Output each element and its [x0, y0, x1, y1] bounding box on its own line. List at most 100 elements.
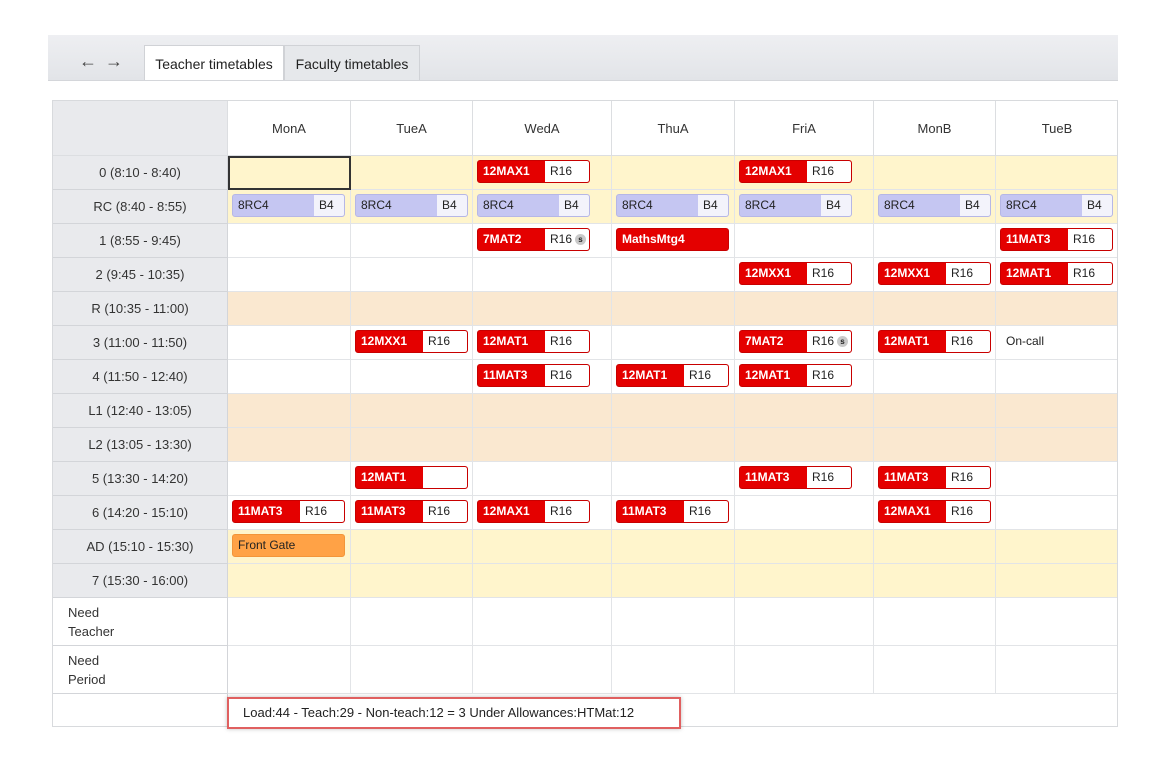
timetable-cell[interactable]: 8RC4 B4 [996, 190, 1117, 224]
timetable-cell[interactable]: 11MAT3 R16 [874, 462, 996, 496]
class-chip[interactable]: 12MAX1 R16 [477, 160, 590, 183]
timetable-cell[interactable] [473, 646, 612, 694]
class-chip[interactable]: 8RC4 B4 [355, 194, 468, 217]
day-header[interactable]: MonA [228, 101, 351, 156]
timetable-cell[interactable] [874, 292, 996, 326]
timetable-cell[interactable]: 12MAX1 R16 [735, 156, 874, 190]
timetable-cell[interactable]: 8RC4 B4 [351, 190, 473, 224]
timetable-cell[interactable] [874, 646, 996, 694]
class-chip[interactable]: 11MAT3 R16 [1000, 228, 1113, 251]
timetable-cell[interactable]: 12MAT1 [351, 462, 473, 496]
timetable-cell[interactable] [874, 156, 996, 190]
timetable-cell[interactable] [735, 496, 874, 530]
timetable-cell[interactable] [612, 292, 735, 326]
timetable-cell[interactable]: 12MXX1 R16 [351, 326, 473, 360]
timetable-cell[interactable] [473, 428, 612, 462]
class-chip[interactable]: 11MAT3 R16 [232, 500, 345, 523]
timetable-cell[interactable]: 11MAT3 R16 [473, 360, 612, 394]
timetable-cell[interactable] [473, 598, 612, 646]
class-chip[interactable]: 7MAT2 R16 s [477, 228, 590, 251]
timetable-cell[interactable]: 12MAX1 R16 [473, 496, 612, 530]
class-chip[interactable]: 12MAT1 R16 [477, 330, 590, 353]
timetable-cell[interactable] [996, 462, 1117, 496]
class-chip[interactable]: MathsMtg4 [616, 228, 729, 251]
timetable-cell[interactable] [228, 156, 351, 190]
class-chip[interactable]: 12MXX1 R16 [878, 262, 991, 285]
timetable-cell[interactable]: 12MAT1 R16 [874, 326, 996, 360]
timetable-cell[interactable] [351, 530, 473, 564]
timetable-cell[interactable]: 12MXX1 R16 [874, 258, 996, 292]
timetable-cell[interactable]: 11MAT3 R16 [228, 496, 351, 530]
forward-arrow-icon[interactable]: → [104, 51, 124, 71]
timetable-cell[interactable] [874, 598, 996, 646]
day-header[interactable]: TueA [351, 101, 473, 156]
timetable-cell[interactable]: 12MAX1 R16 [473, 156, 612, 190]
timetable-cell[interactable] [473, 564, 612, 598]
class-chip[interactable]: 11MAT3 R16 [739, 466, 852, 489]
timetable-cell[interactable]: 8RC4 B4 [473, 190, 612, 224]
timetable-cell[interactable] [228, 428, 351, 462]
timetable-cell[interactable] [996, 598, 1117, 646]
timetable-cell[interactable] [874, 224, 996, 258]
class-chip[interactable]: 8RC4 B4 [616, 194, 729, 217]
timetable-cell[interactable] [874, 564, 996, 598]
timetable-cell[interactable] [735, 394, 874, 428]
class-chip[interactable]: 8RC4 B4 [232, 194, 345, 217]
class-chip[interactable]: 11MAT3 R16 [616, 500, 729, 523]
timetable-cell[interactable] [473, 292, 612, 326]
timetable-cell[interactable] [228, 258, 351, 292]
timetable-cell[interactable] [612, 258, 735, 292]
day-header[interactable]: WedA [473, 101, 612, 156]
timetable-cell[interactable] [351, 646, 473, 694]
timetable-cell[interactable] [996, 156, 1117, 190]
timetable-cell[interactable] [735, 598, 874, 646]
timetable-cell[interactable] [612, 530, 735, 564]
class-chip[interactable]: 8RC4 B4 [739, 194, 852, 217]
timetable-cell[interactable]: Front Gate [228, 530, 351, 564]
timetable-cell[interactable] [612, 646, 735, 694]
class-chip[interactable]: 8RC4 B4 [1000, 194, 1113, 217]
class-chip[interactable]: 12MXX1 R16 [355, 330, 468, 353]
class-chip[interactable]: 7MAT2 R16 s [739, 330, 852, 353]
timetable-cell[interactable]: 12MAT1 R16 [473, 326, 612, 360]
day-header[interactable]: ThuA [612, 101, 735, 156]
class-chip[interactable]: 12MAT1 R16 [878, 330, 991, 353]
timetable-cell[interactable] [351, 564, 473, 598]
timetable-cell[interactable] [351, 258, 473, 292]
class-chip[interactable]: 8RC4 B4 [477, 194, 590, 217]
timetable-cell[interactable] [612, 564, 735, 598]
timetable-cell[interactable] [228, 360, 351, 394]
timetable-cell[interactable]: 11MAT3 R16 [612, 496, 735, 530]
timetable-cell[interactable]: 8RC4 B4 [612, 190, 735, 224]
timetable-cell[interactable]: 12MXX1 R16 [735, 258, 874, 292]
class-chip[interactable]: 12MAX1 R16 [878, 500, 991, 523]
timetable-cell[interactable] [735, 292, 874, 326]
timetable-cell[interactable] [351, 598, 473, 646]
timetable-cell[interactable] [874, 530, 996, 564]
timetable-cell[interactable] [874, 360, 996, 394]
timetable-cell[interactable] [996, 428, 1117, 462]
timetable-cell[interactable]: 12MAX1 R16 [874, 496, 996, 530]
timetable-cell[interactable] [351, 394, 473, 428]
class-chip[interactable]: Front Gate [232, 534, 345, 557]
timetable-cell[interactable] [473, 530, 612, 564]
timetable-cell[interactable] [351, 224, 473, 258]
timetable-cell[interactable] [735, 428, 874, 462]
timetable-cell[interactable]: 12MAT1 R16 [735, 360, 874, 394]
timetable-cell[interactable] [996, 360, 1117, 394]
timetable-cell[interactable] [735, 224, 874, 258]
timetable-cell[interactable] [612, 156, 735, 190]
class-chip[interactable]: 12MXX1 R16 [739, 262, 852, 285]
timetable-cell[interactable] [473, 394, 612, 428]
timetable-cell[interactable]: 11MAT3 R16 [996, 224, 1117, 258]
timetable-cell[interactable] [228, 564, 351, 598]
timetable-cell[interactable] [996, 646, 1117, 694]
timetable-cell[interactable] [473, 462, 612, 496]
timetable-cell[interactable]: 12MAT1 R16 [996, 258, 1117, 292]
timetable-cell[interactable]: On-call [996, 326, 1117, 360]
timetable-cell[interactable] [996, 496, 1117, 530]
timetable-cell[interactable] [996, 292, 1117, 326]
timetable-cell[interactable] [996, 530, 1117, 564]
timetable-cell[interactable] [473, 258, 612, 292]
class-chip[interactable]: 12MAT1 [355, 466, 468, 489]
